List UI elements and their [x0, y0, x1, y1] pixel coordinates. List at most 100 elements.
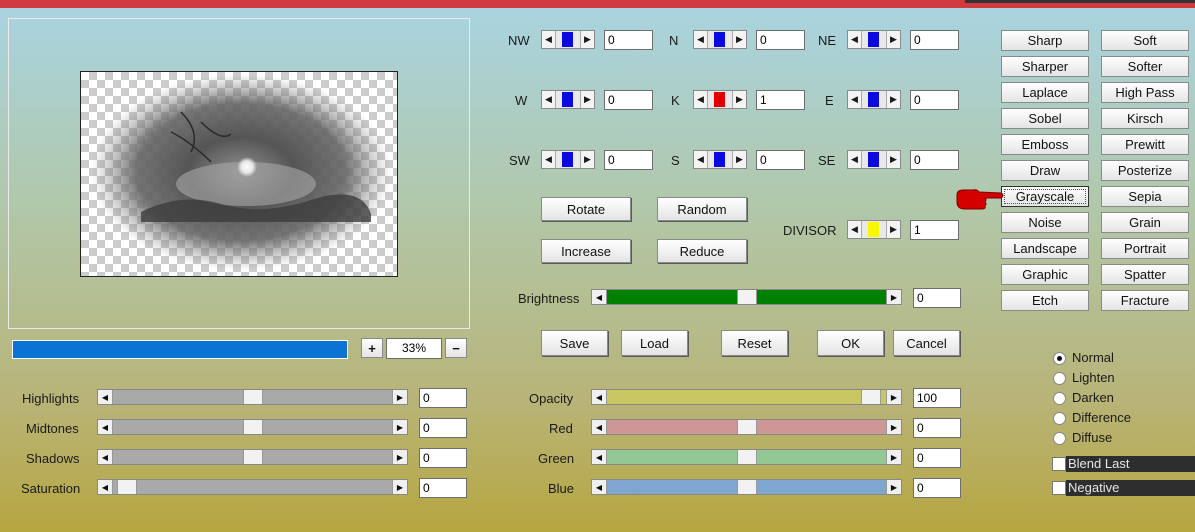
preset-draw-button[interactable]: Draw	[1001, 160, 1089, 181]
divisor-input[interactable]: 1	[910, 220, 959, 240]
opacity-input[interactable]: 100	[913, 388, 961, 408]
rotate-button[interactable]: Rotate	[541, 197, 631, 221]
ne-spinner[interactable]: ◀ ▶	[847, 30, 901, 49]
sw-thumb[interactable]	[562, 152, 573, 167]
w-left-arrow-icon[interactable]: ◀	[542, 91, 556, 108]
preset-kirsch-button[interactable]: Kirsch	[1101, 108, 1189, 129]
saturation-thumb[interactable]	[117, 480, 137, 494]
brightness-thumb[interactable]	[737, 290, 757, 304]
preset-prewitt-button[interactable]: Prewitt	[1101, 134, 1189, 155]
s-input[interactable]: 0	[756, 150, 805, 170]
brightness-slider[interactable]: ◀ ▶	[591, 289, 902, 305]
saturation-slider[interactable]: ◀ ▶	[97, 479, 408, 495]
brightness-left-arrow-icon[interactable]: ◀	[592, 290, 607, 304]
e-right-arrow-icon[interactable]: ▶	[886, 91, 900, 108]
divisor-left-arrow-icon[interactable]: ◀	[848, 221, 862, 238]
red-input[interactable]: 0	[913, 418, 961, 438]
red-left-arrow-icon[interactable]: ◀	[592, 420, 607, 434]
preset-emboss-button[interactable]: Emboss	[1001, 134, 1089, 155]
opacity-right-arrow-icon[interactable]: ▶	[886, 390, 901, 404]
divisor-spinner[interactable]: ◀ ▶	[847, 220, 901, 239]
w-thumb[interactable]	[562, 92, 573, 107]
sw-spinner[interactable]: ◀ ▶	[541, 150, 595, 169]
e-thumb[interactable]	[868, 92, 879, 107]
n-right-arrow-icon[interactable]: ▶	[732, 31, 746, 48]
sw-left-arrow-icon[interactable]: ◀	[542, 151, 556, 168]
nw-thumb[interactable]	[562, 32, 573, 47]
preset-etch-button[interactable]: Etch	[1001, 290, 1089, 311]
nw-left-arrow-icon[interactable]: ◀	[542, 31, 556, 48]
se-input[interactable]: 0	[910, 150, 959, 170]
ne-right-arrow-icon[interactable]: ▶	[886, 31, 900, 48]
w-right-arrow-icon[interactable]: ▶	[580, 91, 594, 108]
k-input[interactable]: 1	[756, 90, 805, 110]
ne-input[interactable]: 0	[910, 30, 959, 50]
preset-landscape-button[interactable]: Landscape	[1001, 238, 1089, 259]
preset-soft-button[interactable]: Soft	[1101, 30, 1189, 51]
k-spinner[interactable]: ◀ ▶	[693, 90, 747, 109]
preset-softer-button[interactable]: Softer	[1101, 56, 1189, 77]
preset-sharper-button[interactable]: Sharper	[1001, 56, 1089, 77]
preset-portrait-button[interactable]: Portrait	[1101, 238, 1189, 259]
midtones-right-arrow-icon[interactable]: ▶	[392, 420, 407, 434]
opacity-thumb[interactable]	[861, 390, 881, 404]
e-left-arrow-icon[interactable]: ◀	[848, 91, 862, 108]
highlights-thumb[interactable]	[243, 390, 263, 404]
highlights-slider[interactable]: ◀ ▶	[97, 389, 408, 405]
opacity-slider[interactable]: ◀ ▶	[591, 389, 902, 405]
n-left-arrow-icon[interactable]: ◀	[694, 31, 708, 48]
green-right-arrow-icon[interactable]: ▶	[886, 450, 901, 464]
preset-laplace-button[interactable]: Laplace	[1001, 82, 1089, 103]
blue-thumb[interactable]	[737, 480, 757, 494]
w-input[interactable]: 0	[604, 90, 653, 110]
preset-sobel-button[interactable]: Sobel	[1001, 108, 1089, 129]
w-spinner[interactable]: ◀ ▶	[541, 90, 595, 109]
blend-difference-radio[interactable]	[1053, 412, 1066, 425]
blue-right-arrow-icon[interactable]: ▶	[886, 480, 901, 494]
shadows-thumb[interactable]	[243, 450, 263, 464]
n-spinner[interactable]: ◀ ▶	[693, 30, 747, 49]
shadows-right-arrow-icon[interactable]: ▶	[392, 450, 407, 464]
midtones-left-arrow-icon[interactable]: ◀	[98, 420, 113, 434]
brightness-right-arrow-icon[interactable]: ▶	[886, 290, 901, 304]
green-input[interactable]: 0	[913, 448, 961, 468]
k-right-arrow-icon[interactable]: ▶	[732, 91, 746, 108]
se-spinner[interactable]: ◀ ▶	[847, 150, 901, 169]
highlights-right-arrow-icon[interactable]: ▶	[392, 390, 407, 404]
saturation-right-arrow-icon[interactable]: ▶	[392, 480, 407, 494]
se-thumb[interactable]	[868, 152, 879, 167]
sw-input[interactable]: 0	[604, 150, 653, 170]
increase-button[interactable]: Increase	[541, 239, 631, 263]
blend-diffuse-radio[interactable]	[1053, 432, 1066, 445]
k-thumb[interactable]	[714, 92, 725, 107]
ok-button[interactable]: OK	[817, 330, 884, 356]
blue-left-arrow-icon[interactable]: ◀	[592, 480, 607, 494]
preset-sharp-button[interactable]: Sharp	[1001, 30, 1089, 51]
highlights-left-arrow-icon[interactable]: ◀	[98, 390, 113, 404]
n-thumb[interactable]	[714, 32, 725, 47]
midtones-input[interactable]: 0	[419, 418, 467, 438]
nw-input[interactable]: 0	[604, 30, 653, 50]
e-spinner[interactable]: ◀ ▶	[847, 90, 901, 109]
nw-right-arrow-icon[interactable]: ▶	[580, 31, 594, 48]
s-thumb[interactable]	[714, 152, 725, 167]
blue-slider[interactable]: ◀ ▶	[591, 479, 902, 495]
green-thumb[interactable]	[737, 450, 757, 464]
red-slider[interactable]: ◀ ▶	[591, 419, 902, 435]
n-input[interactable]: 0	[756, 30, 805, 50]
brightness-input[interactable]: 0	[913, 288, 961, 308]
preset-grain-button[interactable]: Grain	[1101, 212, 1189, 233]
zoom-out-button[interactable]: −	[445, 338, 467, 358]
random-button[interactable]: Random	[657, 197, 747, 221]
preset-noise-button[interactable]: Noise	[1001, 212, 1089, 233]
se-left-arrow-icon[interactable]: ◀	[848, 151, 862, 168]
s-spinner[interactable]: ◀ ▶	[693, 150, 747, 169]
reduce-button[interactable]: Reduce	[657, 239, 747, 263]
highlights-input[interactable]: 0	[419, 388, 467, 408]
preset-sepia-button[interactable]: Sepia	[1101, 186, 1189, 207]
load-button[interactable]: Load	[621, 330, 688, 356]
shadows-left-arrow-icon[interactable]: ◀	[98, 450, 113, 464]
save-button[interactable]: Save	[541, 330, 608, 356]
shadows-input[interactable]: 0	[419, 448, 467, 468]
red-right-arrow-icon[interactable]: ▶	[886, 420, 901, 434]
